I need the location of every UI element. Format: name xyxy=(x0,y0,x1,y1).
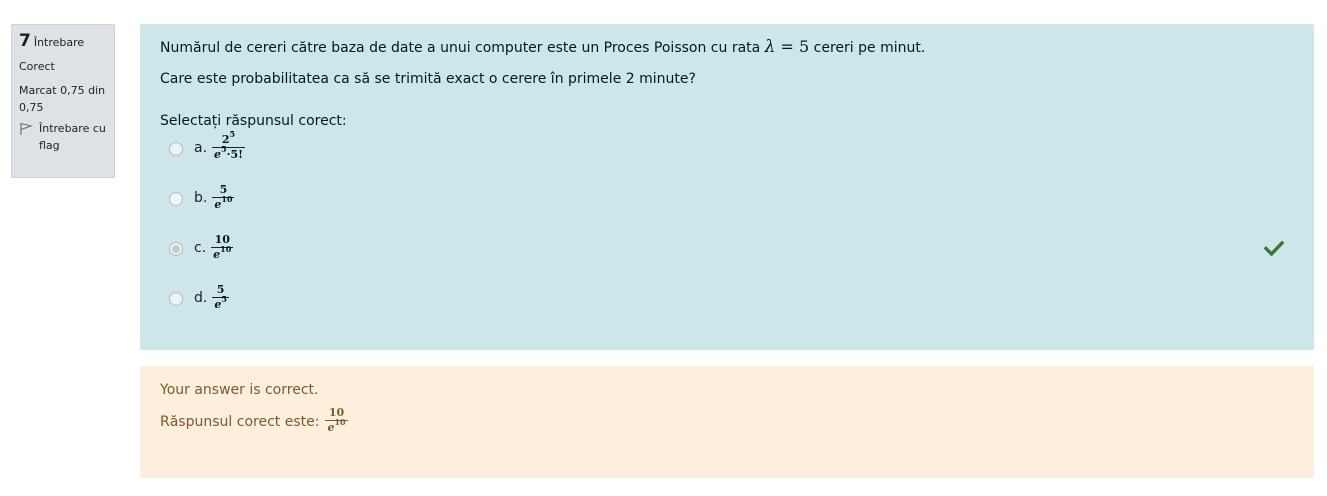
question-number-label: Întrebare xyxy=(33,36,85,49)
answer-options: a. 25 e5·5! b. 5 e10 c. 10 e10 d. 5 e5 xyxy=(160,130,1294,334)
question-number: 7 xyxy=(19,31,31,51)
feedback-panel: Your answer is correct. Răspunsul corect… xyxy=(140,366,1314,478)
lambda-value: 5 xyxy=(799,37,810,56)
option-d-radio[interactable] xyxy=(169,292,183,306)
option-a[interactable]: a. 25 e5·5! xyxy=(160,130,1294,184)
answer-prompt: Selectați răspunsul corect: xyxy=(160,113,347,129)
option-a-radio[interactable] xyxy=(169,142,183,156)
equals-sign: = xyxy=(775,37,800,56)
option-c-letter: c. xyxy=(194,240,207,256)
question-info-panel: 7 Întrebare Corect Marcat 0,75 din 0,75 Î… xyxy=(11,24,115,178)
option-d[interactable]: d. 5 e5 xyxy=(160,284,1294,334)
flag-label: Întrebare cu flag xyxy=(39,122,106,152)
option-c-fraction: 10 e10 xyxy=(211,234,234,261)
question-text-line-1: Numărul de cereri către baza de date a u… xyxy=(160,38,1294,57)
option-b[interactable]: b. 5 e10 xyxy=(160,184,1294,234)
question-state: Corect xyxy=(19,60,55,73)
flag-icon xyxy=(19,120,39,154)
lambda-symbol: λ xyxy=(764,37,776,57)
feedback-status: Your answer is correct. xyxy=(160,382,319,398)
option-c-radio[interactable] xyxy=(169,242,183,256)
option-d-denominator: e5 xyxy=(214,294,227,311)
option-a-fraction: 25 e5·5! xyxy=(212,130,245,161)
option-d-letter: d. xyxy=(194,290,208,306)
question-text-line-2: Care este probabilitatea ca să se trimit… xyxy=(160,71,696,87)
option-a-denominator: e5·5! xyxy=(214,144,243,161)
question-text-end: cereri pe minut. xyxy=(809,40,926,56)
question-text-start: Numărul de cereri către baza de date a u… xyxy=(160,40,765,56)
option-b-letter: b. xyxy=(194,190,208,206)
question-grade: Marcat 0,75 din 0,75 xyxy=(19,84,106,114)
question-number-row: 7 Întrebare xyxy=(19,33,107,51)
right-answer-label: Răspunsul corect este: xyxy=(160,414,320,430)
question-text: Numărul de cereri către baza de date a u… xyxy=(160,38,1294,88)
option-b-fraction: 5 e10 xyxy=(212,184,235,211)
option-b-denominator: e10 xyxy=(214,194,233,211)
option-c[interactable]: c. 10 e10 xyxy=(160,234,1294,284)
right-answer-fraction: 10 e10 xyxy=(325,407,348,434)
option-b-radio[interactable] xyxy=(169,192,183,206)
right-answer: Răspunsul corect este: 10 e10 xyxy=(160,407,1294,434)
question-formulation: Numărul de cereri către baza de date a u… xyxy=(140,24,1314,350)
option-d-fraction: 5 e5 xyxy=(212,284,229,311)
option-c-denominator: e10 xyxy=(213,244,232,261)
right-answer-denominator: e10 xyxy=(327,417,346,434)
flag-question-toggle[interactable]: Întrebare cu flag xyxy=(19,120,107,154)
option-a-letter: a. xyxy=(194,140,208,156)
checkmark-icon xyxy=(1263,240,1285,260)
